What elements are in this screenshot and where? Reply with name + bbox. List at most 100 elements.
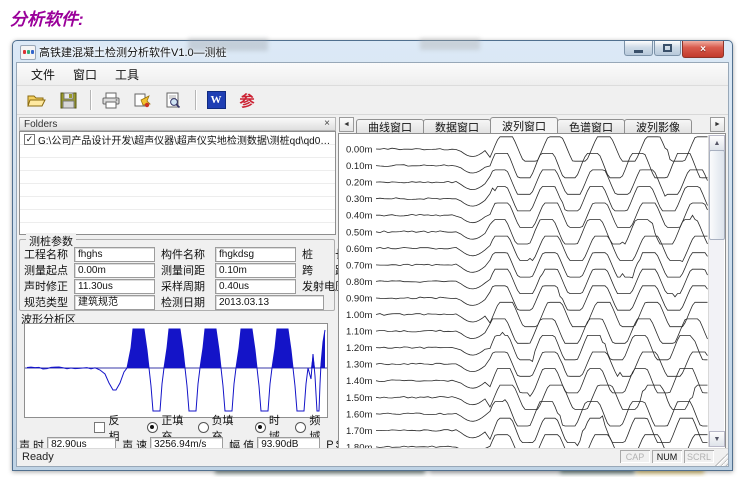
- depth-label: 1.70m: [346, 426, 372, 437]
- wave-trace: [376, 215, 708, 244]
- analysis-controls: 反相正填充负填充时域频域: [19, 420, 336, 435]
- print-export-icon: [133, 92, 152, 109]
- depth-label: 1.30m: [346, 360, 372, 371]
- fill-radio-icon[interactable]: [147, 422, 158, 433]
- wave-trace: [376, 286, 708, 310]
- folders-panel-header[interactable]: Folders ×: [19, 117, 336, 131]
- folder-path: G:\公司产品设计开发\超声仪器\超声仪实地检测数据\测桩qd\qd03\qd0…: [38, 132, 333, 146]
- wave-trace: [376, 153, 708, 177]
- folder-list-item[interactable]: ✓G:\公司产品设计开发\超声仪器\超声仪实地检测数据\测桩qd\qd03\qd…: [20, 132, 335, 146]
- menu-item-文件[interactable]: 文件: [23, 64, 63, 85]
- folders-panel-title: Folders: [24, 119, 57, 130]
- depth-label: 0.50m: [346, 227, 372, 238]
- menu-bar: 文件窗口工具: [17, 63, 728, 86]
- print-preview-icon: [165, 92, 182, 109]
- left-pane: Folders × ✓G:\公司产品设计开发\超声仪器\超声仪实地检测数据\测桩…: [19, 117, 336, 449]
- param-label: 构件名称: [161, 246, 215, 262]
- wave-trace: [376, 269, 708, 297]
- print-preview-button[interactable]: [159, 87, 187, 113]
- depth-label: 0.90m: [346, 293, 372, 304]
- tab-scroll-right-icon[interactable]: ►: [710, 117, 725, 132]
- depth-label: 0.40m: [346, 211, 372, 222]
- print-button[interactable]: [97, 87, 125, 113]
- client-area: 文件窗口工具: [16, 62, 729, 467]
- word-export-button[interactable]: W: [202, 87, 230, 113]
- workspace: Folders × ✓G:\公司产品设计开发\超声仪器\超声仪实地检测数据\测桩…: [17, 115, 728, 449]
- folder-checkbox[interactable]: ✓: [24, 134, 35, 145]
- wave-panel: ◄ 曲线窗口数据窗口波列窗口色谱窗口波列影像► 0.00m0.10m0.20m0…: [338, 117, 726, 449]
- folders-close-icon[interactable]: ×: [321, 118, 333, 130]
- tab-scroll-left-icon[interactable]: ◄: [339, 117, 354, 132]
- param-label: 测量间距: [161, 262, 215, 278]
- positive-fill: [27, 329, 325, 368]
- pile-params-row: 声时修正11.30us采样周期0.40us发射电压500V: [24, 278, 332, 294]
- domain-radio-icon[interactable]: [255, 422, 266, 433]
- folders-list[interactable]: ✓G:\公司产品设计开发\超声仪器\超声仪实地检测数据\测桩qd\qd03\qd…: [19, 131, 336, 235]
- wave-trace: [376, 400, 708, 426]
- depth-label: 1.40m: [346, 376, 372, 387]
- scroll-down-icon[interactable]: ▼: [709, 431, 725, 447]
- tab-strip: ◄ 曲线窗口数据窗口波列窗口色谱窗口波列影像 ►: [338, 117, 726, 133]
- tab-波列影像[interactable]: 波列影像: [624, 119, 692, 133]
- menu-item-窗口[interactable]: 窗口: [65, 64, 105, 85]
- depth-label: 1.60m: [346, 409, 372, 420]
- depth-label: 1.10m: [346, 327, 372, 338]
- tab-色谱窗口[interactable]: 色谱窗口: [557, 119, 625, 133]
- param-value-field[interactable]: 2013.03.13: [215, 295, 324, 310]
- param-value-field[interactable]: 11.30us: [74, 279, 155, 294]
- depth-label: 1.20m: [346, 343, 372, 354]
- scroll-up-icon[interactable]: ▲: [709, 135, 725, 151]
- minimize-button[interactable]: [624, 41, 653, 56]
- wave-trace: [376, 302, 708, 326]
- wave-trace: [376, 352, 708, 376]
- print-export-button[interactable]: [128, 87, 156, 113]
- status-indicator-SCRL: SCRL: [684, 450, 714, 463]
- domain-radio-icon[interactable]: [295, 422, 306, 433]
- resize-grip[interactable]: [715, 453, 728, 466]
- param-value-field[interactable]: fhgkdsg: [215, 247, 296, 262]
- depth-label: 0.30m: [346, 194, 372, 205]
- scrollbar-thumb[interactable]: [709, 150, 725, 240]
- invert-checkbox[interactable]: [94, 422, 105, 433]
- open-file-button[interactable]: [23, 87, 51, 113]
- depth-label: 1.50m: [346, 393, 372, 404]
- depth-label: 0.20m: [346, 178, 372, 189]
- param-label: 采样周期: [161, 278, 215, 294]
- tab-数据窗口[interactable]: 数据窗口: [423, 119, 491, 133]
- param-value-field[interactable]: 0.00m: [74, 263, 155, 278]
- app-window: 高铁建混凝土检测分析软件V1.0—测桩 × 文件窗口工具: [12, 40, 733, 471]
- minimize-icon: [634, 50, 643, 53]
- title-bar[interactable]: 高铁建混凝土检测分析软件V1.0—测桩 ×: [13, 41, 732, 62]
- printer-icon: [101, 92, 121, 109]
- pile-params-grid: 工程名称fhghs构件名称fhgkdsg桩 长0.00m测量起点0.00m测量间…: [24, 246, 332, 310]
- tab-曲线窗口[interactable]: 曲线窗口: [356, 119, 424, 133]
- wave-trace: [376, 137, 708, 161]
- tab-波列窗口[interactable]: 波列窗口: [490, 117, 558, 133]
- toolbar-separator: [195, 90, 197, 110]
- status-text: Ready: [22, 451, 54, 463]
- param-label: 规范类型: [24, 294, 74, 310]
- depth-label: 0.60m: [346, 244, 372, 255]
- close-button[interactable]: ×: [682, 41, 724, 58]
- pile-params-row: 工程名称fhghs构件名称fhgkdsg桩 长0.00m: [24, 246, 332, 262]
- app-icon: [20, 45, 36, 60]
- reference-button[interactable]: 参: [233, 87, 261, 113]
- analysis-wave-svg: [25, 324, 327, 415]
- menu-item-工具[interactable]: 工具: [107, 64, 147, 85]
- param-label: 测量起点: [24, 262, 74, 278]
- status-indicator-CAP: CAP: [620, 450, 650, 463]
- save-button[interactable]: [54, 87, 82, 113]
- maximize-button[interactable]: [654, 41, 681, 56]
- wave-train-area[interactable]: 0.00m0.10m0.20m0.30m0.40m0.50m0.60m0.70m…: [338, 133, 726, 449]
- param-value-field[interactable]: 0.10m: [215, 263, 296, 278]
- fill-radio-icon[interactable]: [198, 422, 209, 433]
- open-folder-icon: [27, 92, 47, 108]
- save-floppy-icon: [60, 92, 77, 109]
- wave-vertical-scrollbar[interactable]: ▲ ▼: [708, 135, 724, 447]
- param-value-field[interactable]: 0.40us: [215, 279, 296, 294]
- toolbar: W 参: [17, 86, 728, 115]
- param-value-field[interactable]: fhghs: [74, 247, 155, 262]
- window-title: 高铁建混凝土检测分析软件V1.0—测桩: [39, 44, 227, 60]
- maximize-icon: [663, 44, 672, 52]
- param-value-field[interactable]: 建筑规范: [74, 295, 155, 310]
